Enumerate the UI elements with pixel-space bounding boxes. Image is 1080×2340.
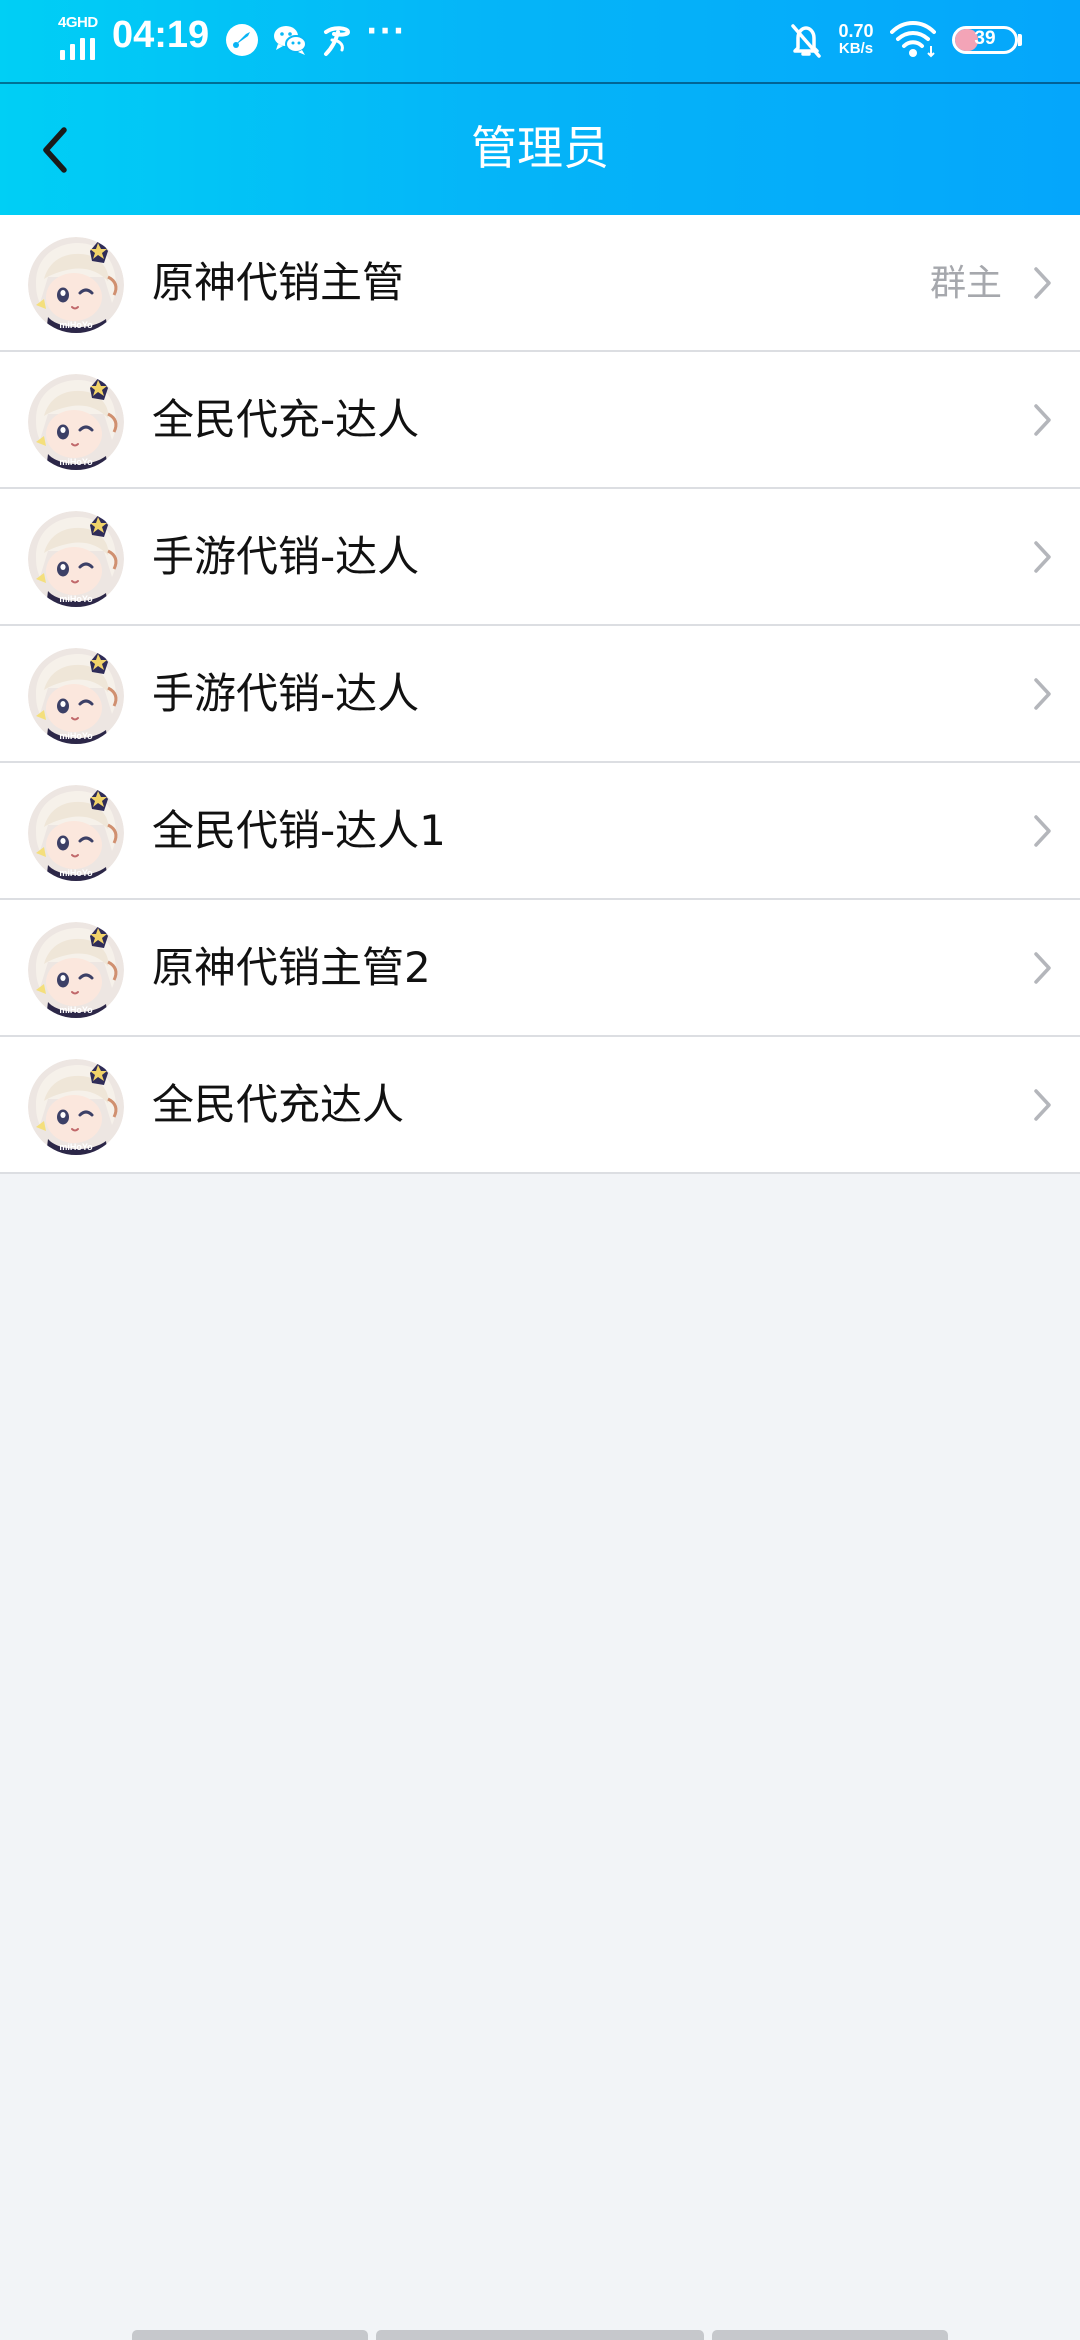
chevron-right-icon [1034, 1089, 1051, 1121]
header-bar: 4GHD 04:19 ··· 0.70 KB/s 39 管理员 [0, 0, 1080, 215]
admin-row[interactable]: miHoYo 全民代充达人 [0, 1037, 1080, 1174]
avatar[interactable]: miHoYo [28, 648, 124, 744]
more-notifications: ··· [366, 14, 407, 49]
admin-name: 手游代销-达人 [152, 532, 420, 581]
chevron-right-icon [1034, 952, 1051, 984]
chevron-right-icon [1034, 678, 1051, 710]
status-time: 04:19 [112, 14, 210, 56]
admin-row[interactable]: miHoYo 原神代销主管 群主 [0, 215, 1080, 352]
svg-text:miHoYo: miHoYo [59, 1142, 93, 1152]
admin-row[interactable]: miHoYo 全民代销-达人1 [0, 763, 1080, 900]
battery-tip [1018, 34, 1022, 46]
network-speed: 0.70 KB/s [832, 22, 880, 58]
admin-name: 全民代销-达人1 [152, 806, 446, 855]
admin-role: 群主 [929, 263, 1002, 304]
admin-name: 原神代销主管 [152, 258, 405, 307]
nav-bar-segment-center [376, 2330, 704, 2340]
battery-icon: 39 [952, 26, 1018, 54]
nav-bar-segment-right [712, 2330, 948, 2340]
chevron-right-icon [1034, 815, 1051, 847]
admin-name: 全民代充达人 [152, 1080, 405, 1129]
admin-row[interactable]: miHoYo 全民代充-达人 [0, 352, 1080, 489]
battery-level: 39 [974, 28, 996, 49]
nav-bar-segment-left [132, 2330, 368, 2340]
svg-text:miHoYo: miHoYo [59, 731, 93, 741]
svg-text:miHoYo: miHoYo [59, 594, 93, 604]
avatar-image: miHoYo [28, 785, 124, 881]
wifi-icon [890, 21, 936, 58]
admin-name: 原神代销主管2 [152, 943, 431, 992]
svg-text:miHoYo: miHoYo [59, 320, 93, 330]
avatar[interactable]: miHoYo [28, 922, 124, 1018]
svg-text:miHoYo: miHoYo [59, 1005, 93, 1015]
admin-list: miHoYo 原神代销主管 群主 miHoYo 全民代充-达人 miHoYo 手… [0, 215, 1080, 1174]
admin-row[interactable]: miHoYo 原神代销主管2 [0, 900, 1080, 1037]
chevron-right-icon [1034, 267, 1051, 299]
avatar[interactable]: miHoYo [28, 237, 124, 333]
svg-text:miHoYo: miHoYo [59, 868, 93, 878]
admin-row[interactable]: miHoYo 手游代销-达人 [0, 489, 1080, 626]
mute-bell-icon [791, 24, 821, 58]
compass-icon [226, 24, 258, 56]
svg-text:miHoYo: miHoYo [59, 457, 93, 467]
signal-icon: 4GHD [58, 14, 104, 60]
network-type: 4GHD [58, 14, 98, 31]
admin-row[interactable]: miHoYo 手游代销-达人 [0, 626, 1080, 763]
chevron-right-icon [1034, 541, 1051, 573]
avatar-image: miHoYo [28, 374, 124, 470]
speed-value: 0.70 [838, 21, 874, 41]
admin-name: 全民代充-达人 [152, 395, 420, 444]
status-divider [0, 82, 1080, 84]
avatar[interactable]: miHoYo [28, 374, 124, 470]
avatar-image: miHoYo [28, 511, 124, 607]
avatar-image: miHoYo [28, 1059, 124, 1155]
admin-name: 手游代销-达人 [152, 669, 420, 718]
avatar[interactable]: miHoYo [28, 511, 124, 607]
avatar[interactable]: miHoYo [28, 1059, 124, 1155]
avatar[interactable]: miHoYo [28, 785, 124, 881]
telecom-icon [324, 26, 351, 56]
chevron-right-icon [1034, 404, 1051, 436]
page-title: 管理员 [471, 121, 609, 175]
speed-unit: KB/s [838, 40, 874, 57]
wechat-icon [274, 26, 307, 55]
avatar-image: miHoYo [28, 922, 124, 1018]
avatar-image: miHoYo [28, 648, 124, 744]
avatar-image: miHoYo [28, 237, 124, 333]
status-bar: 4GHD 04:19 ··· 0.70 KB/s 39 [0, 0, 1080, 82]
